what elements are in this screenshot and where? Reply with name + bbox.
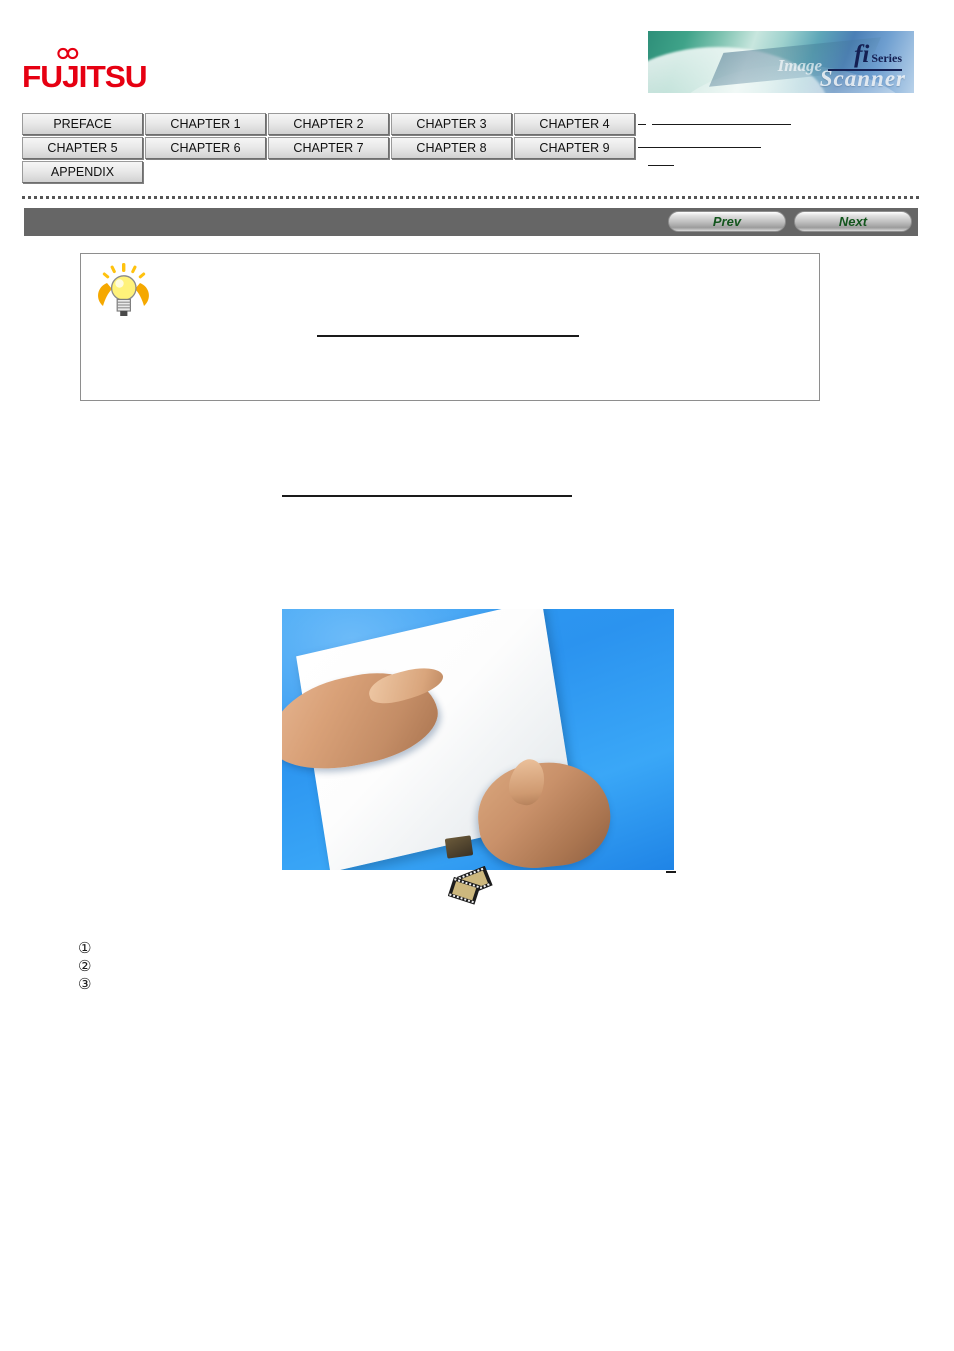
fi-series-mark: fi Series [828,42,902,71]
hands-holding-paper-stack-photo [282,609,674,870]
tab-chapter-9[interactable]: CHAPTER 9 [514,137,635,159]
navigation-bar: Prev Next [24,208,918,236]
fi-series-banner: Image Scanner fi Series [648,31,914,93]
film-clip-icon[interactable] [448,866,502,908]
tab-row-2: CHAPTER 5 CHAPTER 6 CHAPTER 7 CHAPTER 8 … [22,137,642,159]
hint-box-rule[interactable] [317,335,579,337]
tab-appendix[interactable]: APPENDIX [22,161,143,183]
fi-text: fi [854,41,870,68]
list-item: ③ [78,976,97,993]
dotted-divider [22,196,922,199]
header-link-rule-3[interactable] [648,165,674,166]
tab-row-1: PREFACE CHAPTER 1 CHAPTER 2 CHAPTER 3 CH… [22,113,642,135]
fujitsu-logo: FUJITSU [22,47,148,92]
numbered-step-list: ① ② ③ [78,940,97,994]
hint-box [80,253,820,401]
photo-edge-tick [666,871,676,873]
header-link-dash [638,124,646,125]
tab-chapter-2[interactable]: CHAPTER 2 [268,113,389,135]
tab-chapter-3[interactable]: CHAPTER 3 [391,113,512,135]
step-marker-1: ① [78,939,92,957]
lightbulb-icon [98,263,149,316]
tab-chapter-1[interactable]: CHAPTER 1 [145,113,266,135]
page-header: FUJITSU Image Scanner fi Series PREFACE C… [0,0,954,196]
tab-chapter-4[interactable]: CHAPTER 4 [514,113,635,135]
tab-chapter-8[interactable]: CHAPTER 8 [391,137,512,159]
content-link-rule[interactable] [282,495,572,497]
list-item: ② [78,958,97,975]
prev-button[interactable]: Prev [668,211,786,232]
step-marker-3: ③ [78,975,92,993]
fi-mark-rule [828,69,902,71]
tab-preface[interactable]: PREFACE [22,113,143,135]
series-text: Series [871,51,902,65]
tab-chapter-6[interactable]: CHAPTER 6 [145,137,266,159]
tab-chapter-5[interactable]: CHAPTER 5 [22,137,143,159]
header-link-rule-2[interactable] [638,147,761,148]
chapter-tab-nav: PREFACE CHAPTER 1 CHAPTER 2 CHAPTER 3 CH… [22,113,642,185]
step-marker-2: ② [78,957,92,975]
list-item: ① [78,940,97,957]
banner-image-word: Image [777,56,822,75]
paper-clip [444,835,474,859]
fujitsu-wordmark: FUJITSU [22,59,148,94]
header-link-rule-1[interactable] [652,124,791,125]
tab-chapter-7[interactable]: CHAPTER 7 [268,137,389,159]
tab-row-3: APPENDIX [22,161,642,183]
next-button[interactable]: Next [794,211,912,232]
